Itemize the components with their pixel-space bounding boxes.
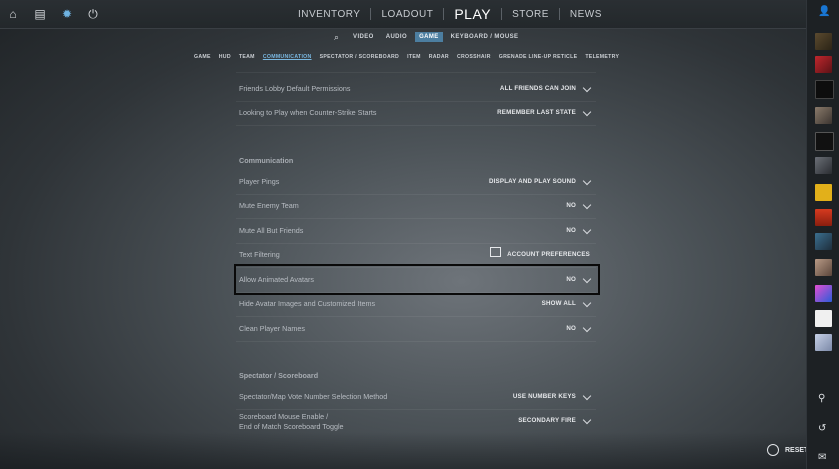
- avatar[interactable]: [815, 259, 832, 276]
- setting-value[interactable]: ALL FRIENDS CAN JOIN: [500, 77, 576, 101]
- tab-item[interactable]: ITEM: [407, 54, 421, 60]
- setting-row[interactable]: Hide Avatar Images and Customized Items …: [236, 292, 596, 317]
- settings-subnav: ⌕ VIDEO AUDIO GAME KEYBOARD / MOUSE: [334, 30, 524, 44]
- tab-crosshair[interactable]: CROSSHAIR: [457, 54, 491, 60]
- setting-row[interactable]: Spectator/Map Vote Number Selection Meth…: [236, 385, 596, 410]
- avatar[interactable]: [815, 33, 832, 50]
- main-nav: INVENTORY LOADOUT PLAY STORE NEWS: [288, 0, 612, 28]
- setting-label: Mute Enemy Team: [239, 201, 299, 210]
- search-icon[interactable]: ⌕: [334, 32, 339, 43]
- nav-play[interactable]: PLAY: [444, 6, 501, 22]
- setting-label: Spectator/Map Vote Number Selection Meth…: [239, 392, 388, 401]
- avatar[interactable]: [815, 80, 834, 99]
- avatar[interactable]: [815, 233, 832, 250]
- setting-label: Looking to Play when Counter-Strike Star…: [239, 108, 377, 117]
- avatar[interactable]: [815, 209, 832, 226]
- setting-label: Player Pings: [239, 177, 280, 186]
- subnav-keyboard-mouse[interactable]: KEYBOARD / MOUSE: [447, 32, 523, 42]
- broadcast-icon[interactable]: ⚲: [818, 393, 825, 404]
- tab-hud[interactable]: HUD: [219, 54, 231, 60]
- section-title-communication: Communication: [239, 156, 294, 165]
- subnav-audio[interactable]: AUDIO: [382, 32, 411, 42]
- chevron-down-icon[interactable]: [582, 225, 592, 235]
- chevron-down-icon[interactable]: [582, 415, 592, 425]
- setting-value[interactable]: DISPLAY AND PLAY SOUND: [489, 170, 576, 194]
- tab-team[interactable]: TEAM: [239, 54, 255, 60]
- chevron-down-icon[interactable]: [582, 298, 592, 308]
- tab-telemetry[interactable]: TELEMETRY: [585, 54, 619, 60]
- avatar[interactable]: [815, 157, 832, 174]
- setting-value[interactable]: USE NUMBER KEYS: [513, 385, 576, 409]
- tab-radar[interactable]: RADAR: [429, 54, 449, 60]
- highlight-frame: [234, 264, 600, 295]
- setting-row[interactable]: Friends Lobby Default Permissions ALL FR…: [236, 77, 596, 102]
- setting-row[interactable]: Looking to Play when Counter-Strike Star…: [236, 101, 596, 126]
- avatar[interactable]: [815, 184, 832, 201]
- setting-label: Clean Player Names: [239, 324, 305, 333]
- setting-row[interactable]: Mute All But Friends NO: [236, 219, 596, 244]
- setting-value[interactable]: SECONDARY FIRE: [518, 409, 576, 433]
- database-icon[interactable]: ▤: [33, 7, 47, 21]
- history-icon[interactable]: ↺: [818, 423, 826, 434]
- mail-icon[interactable]: ✉: [818, 452, 826, 463]
- nav-store[interactable]: STORE: [502, 9, 559, 20]
- setting-row-partial: [236, 62, 596, 73]
- reset-label: RESET: [785, 446, 809, 454]
- subnav-game[interactable]: GAME: [415, 32, 443, 42]
- external-link-icon: [490, 247, 502, 257]
- chevron-down-icon[interactable]: [582, 391, 592, 401]
- setting-value[interactable]: NO: [566, 219, 576, 243]
- chevron-down-icon[interactable]: [582, 107, 592, 117]
- setting-label: Hide Avatar Images and Customized Items: [239, 299, 376, 308]
- nav-news[interactable]: NEWS: [560, 9, 612, 20]
- account-preferences-label: ACCOUNT PREFERENCES: [507, 251, 590, 258]
- tab-communication[interactable]: COMMUNICATION: [263, 54, 312, 60]
- nav-loadout[interactable]: LOADOUT: [371, 9, 443, 20]
- setting-value[interactable]: NO: [566, 317, 576, 341]
- chevron-down-icon[interactable]: [582, 323, 592, 333]
- section-title-spectator: Spectator / Scoreboard: [239, 371, 319, 380]
- setting-label-line1: Scoreboard Mouse Enable /: [239, 412, 329, 421]
- setting-label: Scoreboard Mouse Enable / End of Match Sc…: [239, 412, 344, 432]
- setting-row[interactable]: Scoreboard Mouse Enable / End of Match Sc…: [236, 409, 596, 433]
- settings-icon[interactable]: ✹: [60, 7, 74, 21]
- setting-label: Friends Lobby Default Permissions: [239, 84, 351, 93]
- top-bar: ⌂ ▤ ✹ ⏻ INVENTORY LOADOUT PLAY STORE NEW…: [0, 0, 807, 29]
- avatar[interactable]: [815, 310, 832, 327]
- avatar[interactable]: [815, 56, 832, 73]
- tab-spectator-scoreboard[interactable]: SPECTATOR / SCOREBOARD: [320, 54, 400, 60]
- subnav-video[interactable]: VIDEO: [349, 32, 378, 42]
- setting-row[interactable]: Mute Enemy Team NO: [236, 194, 596, 219]
- setting-value[interactable]: REMEMBER LAST STATE: [497, 101, 576, 125]
- tab-grenade-lineup-reticle[interactable]: GRENADE LINE-UP RETICLE: [499, 54, 578, 60]
- chevron-down-icon[interactable]: [582, 176, 592, 186]
- category-tabs: GAME HUD TEAM COMMUNICATION SPECTATOR / …: [190, 52, 623, 62]
- setting-label-line2: End of Match Scoreboard Toggle: [239, 422, 344, 431]
- chevron-down-icon[interactable]: [582, 200, 592, 210]
- chevron-down-icon[interactable]: [582, 83, 592, 93]
- setting-label: Mute All But Friends: [239, 226, 304, 235]
- avatar[interactable]: [815, 334, 832, 351]
- avatar[interactable]: [815, 107, 832, 124]
- tab-game[interactable]: GAME: [194, 54, 211, 60]
- reset-button[interactable]: RESET: [767, 444, 808, 456]
- history-icon: [767, 444, 779, 456]
- bottom-bar: [0, 432, 807, 469]
- power-icon[interactable]: ⏻: [86, 7, 100, 21]
- nav-inventory[interactable]: INVENTORY: [288, 9, 370, 20]
- setting-row[interactable]: Player Pings DISPLAY AND PLAY SOUND: [236, 170, 596, 195]
- home-icon[interactable]: ⌂: [6, 7, 20, 21]
- avatar[interactable]: [815, 132, 834, 151]
- setting-row[interactable]: Clean Player Names NO: [236, 317, 596, 342]
- friends-sidebar: 👤 ⚲ ↺ ✉: [806, 0, 839, 469]
- avatar[interactable]: [815, 285, 832, 302]
- setting-value[interactable]: SHOW ALL: [542, 292, 576, 316]
- setting-value[interactable]: NO: [566, 194, 576, 218]
- person-icon[interactable]: 👤: [818, 6, 830, 17]
